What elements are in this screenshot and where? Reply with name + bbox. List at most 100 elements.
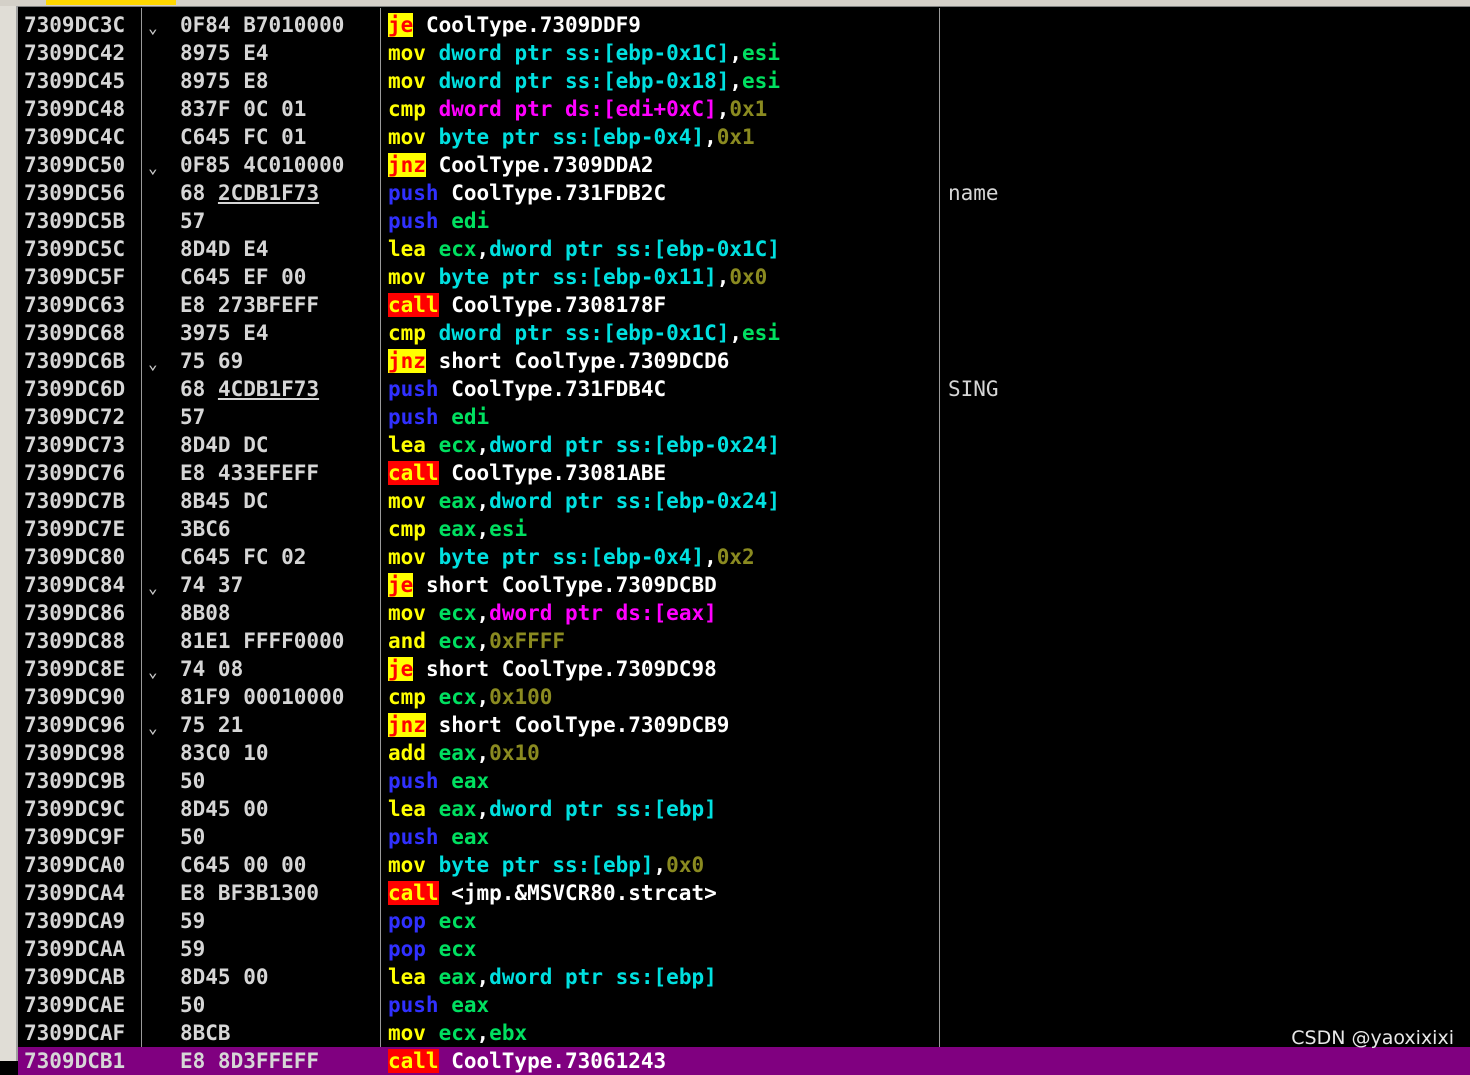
asm-token: pop bbox=[388, 909, 426, 933]
bytes-cell: 8D45 00 bbox=[180, 797, 269, 821]
instruction-row[interactable]: 7309DC50 ⌄ 0F85 4C010000 jnz CoolType.7309D… bbox=[18, 151, 1470, 179]
asm-token: 0x100 bbox=[489, 685, 553, 709]
instruction-row[interactable]: 7309DC80 C645 FC 02 mov byte ptr ss:[ebp-0… bbox=[18, 543, 1470, 571]
address-cell: 7309DC5F bbox=[24, 265, 126, 289]
asm-token: CoolType.7308178F bbox=[438, 293, 667, 317]
asm-token: , bbox=[476, 965, 490, 989]
instruction-row[interactable]: 7309DC9B 50 push eax bbox=[18, 767, 1470, 795]
disassembly-cell: mov dword ptr ss:[ebp-0x1C],esi bbox=[388, 39, 780, 67]
bytes-cell: 837F 0C 01 bbox=[180, 97, 307, 121]
instruction-row[interactable]: 7309DC72 57 push edi bbox=[18, 403, 1470, 431]
instruction-row[interactable]: 7309DC9F 50 push eax bbox=[18, 823, 1470, 851]
instruction-row[interactable]: 7309DCAA 59 pop ecx bbox=[18, 935, 1470, 963]
instruction-row[interactable]: 7309DC6D 68 4CDB1F73 push CoolType.731FDB4… bbox=[18, 375, 1470, 403]
instruction-row[interactable]: 7309DCAB 8D45 00 lea eax,dword ptr ss:[ebp… bbox=[18, 963, 1470, 991]
instruction-row[interactable]: 7309DCAF 8BCB mov ecx,ebx bbox=[18, 1019, 1470, 1047]
instruction-row[interactable]: 7309DC5B 57 push edi bbox=[18, 207, 1470, 235]
disassembly-cell: pop ecx bbox=[388, 907, 477, 935]
bytes-cell: 59 bbox=[180, 909, 206, 933]
instruction-row[interactable]: 7309DCA4 E8 BF3B1300 call <jmp.&MSVCR80.st… bbox=[18, 879, 1470, 907]
instruction-row[interactable]: 7309DC8E ⌄ 74 08 je short CoolType.7309DC98 bbox=[18, 655, 1470, 683]
instruction-row[interactable]: 7309DC45 8975 E8 mov dword ptr ss:[ebp-0x1… bbox=[18, 67, 1470, 95]
asm-token: call bbox=[388, 1049, 439, 1073]
disassembly-cell: call <jmp.&MSVCR80.strcat> bbox=[388, 879, 717, 907]
bytes-cell: 3975 E4 bbox=[180, 321, 269, 345]
asm-token: , bbox=[653, 853, 667, 877]
instruction-row[interactable]: 7309DC98 83C0 10 add eax,0x10 bbox=[18, 739, 1470, 767]
disassembly-cell: lea eax,dword ptr ss:[ebp] bbox=[388, 963, 717, 991]
asm-token: ecx bbox=[425, 685, 477, 709]
asm-token: , bbox=[704, 545, 717, 569]
bytes-cell: 50 bbox=[180, 993, 206, 1017]
watermark: CSDN @yaoxixixi bbox=[1291, 1027, 1454, 1049]
address-cell: 7309DC42 bbox=[24, 41, 126, 65]
address-cell: 7309DC56 bbox=[24, 181, 126, 205]
instruction-row[interactable]: 7309DC96 ⌄ 75 21 jnz short CoolType.7309DCB… bbox=[18, 711, 1470, 739]
instruction-row[interactable]: 7309DC56 68 2CDB1F73 push CoolType.731FDB2… bbox=[18, 179, 1470, 207]
bytes-cell: 8B08 bbox=[180, 601, 231, 625]
asm-token: CoolType.73061243 bbox=[438, 1049, 667, 1073]
instruction-row[interactable]: 7309DCA9 59 pop ecx bbox=[18, 907, 1470, 935]
instruction-row[interactable]: 7309DC5C 8D4D E4 lea ecx,dword ptr ss:[ebp… bbox=[18, 235, 1470, 263]
address-cell: 7309DCA4 bbox=[24, 881, 126, 905]
instruction-row[interactable]: 7309DCA0 C645 00 00 mov byte ptr ss:[ebp],… bbox=[18, 851, 1470, 879]
asm-token: , bbox=[476, 489, 490, 513]
address-cell: 7309DC8E bbox=[24, 657, 126, 681]
instruction-row[interactable]: 7309DCAE 50 push eax bbox=[18, 991, 1470, 1019]
instruction-row[interactable]: 7309DC42 8975 E4 mov dword ptr ss:[ebp-0x1… bbox=[18, 39, 1470, 67]
instruction-row[interactable]: 7309DC86 8B08 mov ecx,dword ptr ds:[eax] bbox=[18, 599, 1470, 627]
address-cell: 7309DC5C bbox=[24, 237, 126, 261]
active-column-header[interactable] bbox=[46, 0, 176, 5]
bytes-cell: 57 bbox=[180, 405, 206, 429]
instruction-row[interactable]: 7309DC48 837F 0C 01 cmp dword ptr ds:[edi+… bbox=[18, 95, 1470, 123]
instruction-row[interactable]: 7309DC9C 8D45 00 lea eax,dword ptr ss:[ebp… bbox=[18, 795, 1470, 823]
instruction-row[interactable]: 7309DC3C ⌄ 0F84 B7010000 je CoolType.7309DD… bbox=[18, 11, 1470, 39]
bytes-cell: 50 bbox=[180, 769, 206, 793]
asm-token: ecx bbox=[425, 433, 477, 457]
asm-token: je bbox=[388, 657, 414, 681]
instruction-row[interactable]: 7309DC7B 8B45 DC mov eax,dword ptr ss:[ebp… bbox=[18, 487, 1470, 515]
instruction-row[interactable]: 7309DC68 3975 E4 cmp dword ptr ss:[ebp-0x1… bbox=[18, 319, 1470, 347]
asm-token: , bbox=[476, 685, 490, 709]
asm-token: byte ptr ss:[ebp-0x4] bbox=[425, 545, 705, 569]
bytes-cell: C645 00 00 bbox=[180, 853, 307, 877]
disassembly-listing[interactable]: 7309DC3C ⌄ 0F84 B7010000 je CoolType.7309DD… bbox=[18, 11, 1470, 1075]
disassembly-cell: mov ecx,ebx bbox=[388, 1019, 527, 1047]
disassembly-cell: add eax,0x10 bbox=[388, 739, 540, 767]
asm-token: ecx bbox=[425, 237, 477, 261]
bytes-cell: 0F85 4C010000 bbox=[180, 153, 345, 177]
asm-token: eax bbox=[425, 965, 477, 989]
address-cell: 7309DC88 bbox=[24, 629, 126, 653]
relocated-bytes: 4CDB1F73 bbox=[217, 377, 320, 401]
instruction-row[interactable]: 7309DC88 81E1 FFFF0000 and ecx,0xFFFF bbox=[18, 627, 1470, 655]
address-cell: 7309DCA0 bbox=[24, 853, 126, 877]
address-cell: 7309DCAE bbox=[24, 993, 126, 1017]
asm-token: push bbox=[388, 377, 439, 401]
address-cell: 7309DC45 bbox=[24, 69, 126, 93]
instruction-row[interactable]: 7309DC73 8D4D DC lea ecx,dword ptr ss:[ebp… bbox=[18, 431, 1470, 459]
disassembly-cell: je CoolType.7309DDF9 bbox=[388, 11, 641, 39]
asm-token: push bbox=[388, 993, 439, 1017]
disassembly-cell: push edi bbox=[388, 403, 489, 431]
asm-token: 0x2 bbox=[716, 545, 755, 569]
instruction-row[interactable]: 7309DC4C C645 FC 01 mov byte ptr ss:[ebp-0… bbox=[18, 123, 1470, 151]
disassembly-cell: mov byte ptr ss:[ebp-0x4],0x2 bbox=[388, 543, 755, 571]
disassembly-cell: cmp dword ptr ds:[edi+0xC],0x1 bbox=[388, 95, 767, 123]
instruction-row[interactable]: 7309DC76 E8 433EFEFF call CoolType.73081AB… bbox=[18, 459, 1470, 487]
instruction-row[interactable]: 7309DC6B ⌄ 75 69 jnz short CoolType.7309DCD… bbox=[18, 347, 1470, 375]
address-cell: 7309DC48 bbox=[24, 97, 126, 121]
bytes-cell: 8D4D DC bbox=[180, 433, 269, 457]
bytes-cell: C645 EF 00 bbox=[180, 265, 307, 289]
asm-token: call bbox=[388, 461, 439, 485]
asm-token: push bbox=[388, 181, 439, 205]
instruction-row[interactable]: 7309DC7E 3BC6 cmp eax,esi bbox=[18, 515, 1470, 543]
asm-token: 0xFFFF bbox=[489, 629, 566, 653]
instruction-row[interactable]: 7309DC84 ⌄ 74 37 je short CoolType.7309DCBD bbox=[18, 571, 1470, 599]
selected-instruction-row[interactable]: 7309DCB1 E8 8D3FFEFF call CoolType.7306124… bbox=[18, 1047, 1470, 1075]
instruction-row[interactable]: 7309DC90 81F9 00010000 cmp ecx,0x100 bbox=[18, 683, 1470, 711]
instruction-row[interactable]: 7309DC5F C645 EF 00 mov byte ptr ss:[ebp-0… bbox=[18, 263, 1470, 291]
asm-token: ecx bbox=[425, 629, 477, 653]
asm-token: je bbox=[388, 573, 414, 597]
relocated-bytes: 2CDB1F73 bbox=[217, 181, 320, 205]
instruction-row[interactable]: 7309DC63 E8 273BFEFF call CoolType.7308178… bbox=[18, 291, 1470, 319]
